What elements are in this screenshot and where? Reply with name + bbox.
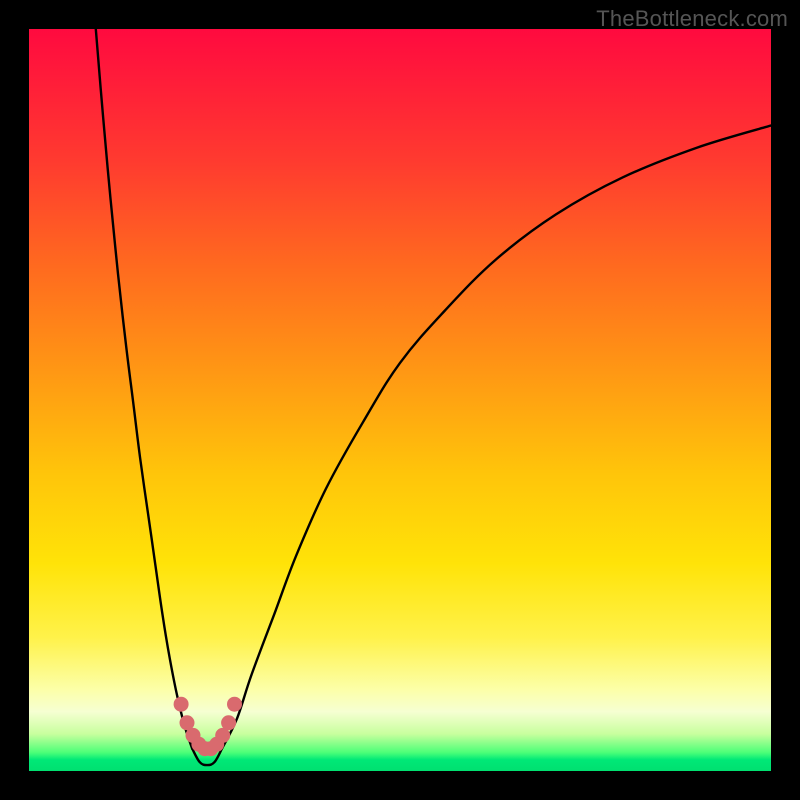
outer-frame: TheBottleneck.com xyxy=(0,0,800,800)
gradient-plot-area xyxy=(29,29,771,771)
watermark-text: TheBottleneck.com xyxy=(596,6,788,32)
